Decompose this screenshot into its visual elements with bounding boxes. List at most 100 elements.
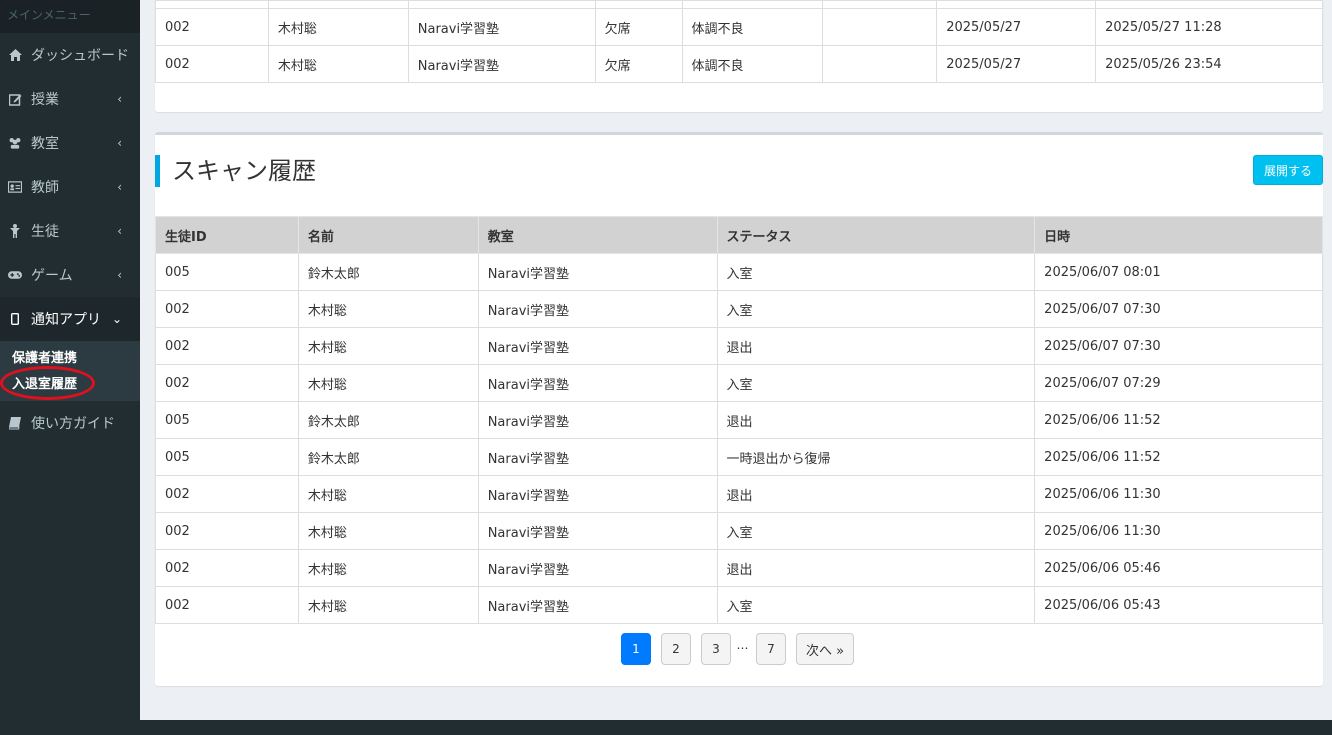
sidebar-item-guide[interactable]: 使い方ガイド — [0, 401, 140, 445]
table-cell: 入室 — [716, 586, 1036, 624]
table-cell: 入室 — [716, 290, 1036, 328]
sidebar-item-teachers[interactable]: 教師 ‹ — [0, 165, 140, 209]
page-button-1[interactable]: 1 — [621, 633, 651, 665]
table-cell: 体調不良 — [681, 8, 824, 46]
table-cell: Naravi学習塾 — [477, 438, 718, 476]
sidebar-item-lessons[interactable]: 授業 ‹ — [0, 77, 140, 121]
table-cell: 木村聡 — [297, 586, 479, 624]
sidebar-item-label: 使い方ガイド — [31, 416, 115, 432]
submenu-item-guardian-link[interactable]: 保護者連携 — [0, 343, 140, 369]
table-cell: 体調不良 — [681, 45, 824, 83]
table-cell: Naravi学習塾 — [407, 45, 596, 83]
book-icon — [8, 416, 22, 430]
sidebar-item-label: 生徒 — [31, 224, 59, 240]
table-row: 002 木村聡 Naravi学習塾 入室 2025/06/07 07:29 — [155, 364, 1323, 402]
table-row: 002 木村聡 Naravi学習塾 入室 2025/06/07 07:30 — [155, 290, 1323, 328]
chevron-down-icon: ⌄ — [111, 312, 122, 326]
sidebar-item-classrooms[interactable]: 教室 ‹ — [0, 121, 140, 165]
table-row: 005 鈴木太郎 Naravi学習塾 退出 2025/06/06 11:52 — [155, 401, 1323, 439]
table-cell: 入室 — [716, 512, 1036, 550]
column-header: 生徒ID — [155, 216, 299, 254]
table-cell: 2025/06/06 11:52 — [1034, 438, 1323, 476]
table-cell: 退出 — [716, 549, 1036, 587]
table-row: 002 木村聡 Naravi学習塾 退出 2025/06/06 05:46 — [155, 549, 1323, 587]
table-cell: Naravi学習塾 — [407, 8, 596, 46]
sidebar-item-games[interactable]: ゲーム ‹ — [0, 253, 140, 297]
table-cell: Naravi学習塾 — [477, 253, 718, 291]
child-icon — [8, 224, 22, 238]
table-cell: 木村聡 — [267, 45, 409, 83]
table-cell: 2025/06/07 07:29 — [1034, 364, 1323, 402]
table-cell: 木村聡 — [297, 475, 479, 513]
table-cell: 退出 — [716, 327, 1036, 365]
table-cell: 002 — [155, 586, 299, 624]
table-cell: 木村聡 — [297, 327, 479, 365]
table-cell: 一時退出から復帰 — [716, 438, 1036, 476]
table-row: 005 鈴木太郎 Naravi学習塾 一時退出から復帰 2025/06/06 11:52 — [155, 438, 1323, 476]
menu-header: メインメニュー — [0, 0, 140, 33]
main-content: 002 木村聡 Naravi学習塾 欠席 体調不良 2025/05/27 2025/05/2… — [140, 0, 1332, 720]
page-button-last[interactable]: 7 — [756, 633, 786, 665]
table-row: 002 木村聡 Naravi学習塾 入室 2025/06/06 11:30 — [155, 512, 1323, 550]
table-cell: 2025/05/27 — [936, 8, 1097, 46]
column-header: ステータス — [716, 216, 1036, 254]
table-cell: 2025/05/27 — [936, 45, 1097, 83]
table-cell: 木村聡 — [297, 512, 479, 550]
sidebar-item-label: 通知アプリ — [31, 312, 101, 328]
table-row: 002 木村聡 Naravi学習塾 入室 2025/06/06 05:43 — [155, 586, 1323, 624]
table-cell: 005 — [155, 438, 299, 476]
column-header: 日時 — [1034, 216, 1323, 254]
table-cell: 木村聡 — [267, 8, 409, 46]
column-header: 名前 — [297, 216, 479, 254]
submenu-item-entry-exit-history[interactable]: 入退室履歴 — [0, 366, 140, 400]
pagination: 1 2 3 … 7 次へ » — [621, 633, 864, 665]
page-title: スキャン履歴 — [155, 155, 316, 187]
page-button-2[interactable]: 2 — [661, 633, 691, 665]
table-cell: Naravi学習塾 — [477, 401, 718, 439]
table-cell: 2025/06/07 07:30 — [1034, 290, 1323, 328]
sidebar-item-label: 教師 — [31, 180, 59, 196]
table-cell: Naravi学習塾 — [477, 327, 718, 365]
expand-button[interactable]: 展開する — [1253, 155, 1323, 185]
table-cell: 2025/06/06 11:30 — [1034, 475, 1323, 513]
table-cell: 2025/06/06 11:52 — [1034, 401, 1323, 439]
sidebar-item-dashboard[interactable]: ダッシュボード — [0, 33, 140, 77]
page-button-3[interactable]: 3 — [701, 633, 731, 665]
sidebar-item-label: ゲーム — [31, 268, 73, 284]
table-header-row: 生徒ID 名前 教室 ステータス 日時 — [155, 216, 1323, 254]
table-cell: 退出 — [716, 475, 1036, 513]
gamepad-icon — [8, 268, 22, 282]
sidebar-item-notify-app[interactable]: 通知アプリ ⌄ — [0, 297, 140, 341]
table-cell: 鈴木太郎 — [297, 438, 479, 476]
sidebar-item-students[interactable]: 生徒 ‹ — [0, 209, 140, 253]
sidebar-item-label: 授業 — [31, 92, 59, 108]
table-cell: 木村聡 — [297, 364, 479, 402]
submenu-item-label: 入退室履歴 — [12, 376, 78, 392]
table-cell: 木村聡 — [297, 290, 479, 328]
next-page-button[interactable]: 次へ » — [796, 633, 854, 665]
table-row: 002 木村聡 Naravi学習塾 退出 2025/06/06 11:30 — [155, 475, 1323, 513]
sidebar-item-label: 教室 — [31, 136, 59, 152]
table-cell: 退出 — [716, 401, 1036, 439]
submenu-item-label: 保護者連携 — [12, 350, 78, 366]
table-row: 005 鈴木太郎 Naravi学習塾 入室 2025/06/07 08:01 — [155, 253, 1323, 291]
table-cell: 002 — [155, 290, 299, 328]
edit-icon — [8, 92, 22, 106]
absence-table-box: 002 木村聡 Naravi学習塾 欠席 体調不良 2025/05/27 2025/05/2… — [155, 0, 1323, 112]
table-cell: 入室 — [716, 253, 1036, 291]
table-cell: 2025/05/26 23:54 — [1095, 45, 1323, 83]
sidebar: メインメニュー ダッシュボード 授業 ‹ 教室 ‹ 教師 ‹ 生徒 ‹ ゲーム … — [0, 0, 140, 735]
chevron-left-icon: ‹ — [117, 180, 122, 194]
id-card-icon — [8, 180, 22, 194]
table-cell: 入室 — [716, 364, 1036, 402]
chevron-left-icon: ‹ — [117, 268, 122, 282]
table-cell: 2025/06/06 05:43 — [1034, 586, 1323, 624]
mobile-icon — [8, 312, 22, 326]
table-cell: 005 — [155, 253, 299, 291]
notify-app-submenu: 保護者連携 入退室履歴 — [0, 341, 140, 401]
table-cell: 2025/06/06 05:46 — [1034, 549, 1323, 587]
table-cell: Naravi学習塾 — [477, 586, 718, 624]
table-cell: 002 — [155, 364, 299, 402]
table-cell: 002 — [155, 512, 299, 550]
home-icon — [8, 48, 22, 62]
